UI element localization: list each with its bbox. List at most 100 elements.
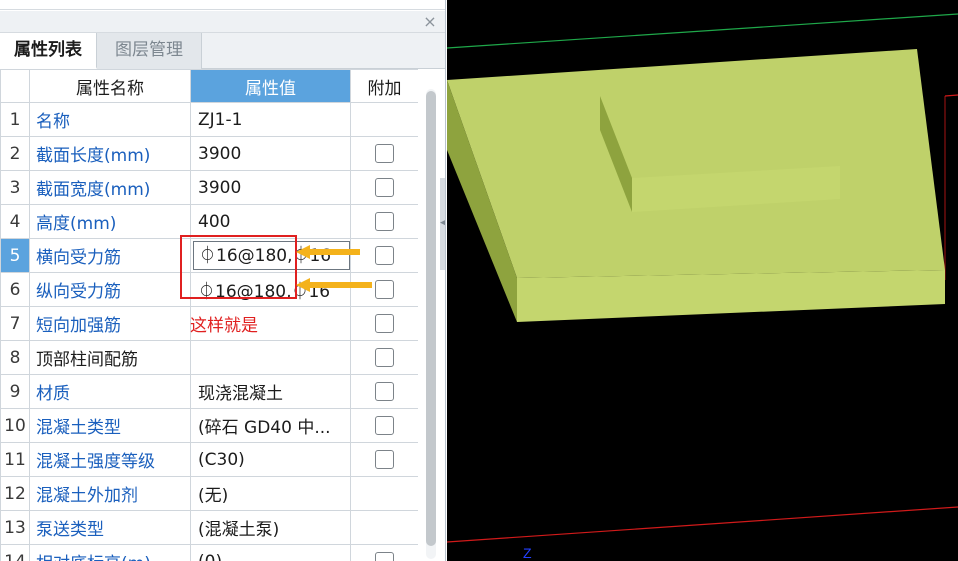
extra-cell [350, 170, 418, 205]
property-value-cell[interactable]: 3900 [190, 170, 351, 205]
row-index[interactable]: 8 [0, 340, 30, 375]
property-name-cell[interactable]: 泵送类型 [29, 510, 191, 545]
3d-scene[interactable] [447, 0, 958, 561]
property-name-cell[interactable]: 相对底标高(m) [29, 544, 191, 561]
header-extra[interactable]: 附加 [350, 69, 418, 103]
property-value-cell[interactable]: ⏀16@180,⏀16 [190, 272, 351, 307]
row-index[interactable]: 12 [0, 476, 30, 511]
extra-cell [350, 238, 418, 273]
axis-z-label: Z [523, 545, 532, 561]
tab-layer-management[interactable]: 图层管理 [97, 33, 202, 69]
extra-cell [350, 442, 418, 477]
extra-checkbox[interactable] [375, 280, 394, 299]
table-row[interactable]: 3 截面宽度(mm) 3900 [0, 170, 418, 205]
property-name-cell[interactable]: 高度(mm) [29, 204, 191, 239]
slab-top-face[interactable] [447, 49, 945, 278]
extra-checkbox[interactable] [375, 450, 394, 469]
row-index[interactable]: 1 [0, 102, 30, 137]
property-name-cell[interactable]: 混凝土强度等级 [29, 442, 191, 477]
row-index[interactable]: 7 [0, 306, 30, 341]
extra-checkbox[interactable] [375, 144, 394, 163]
table-row[interactable]: 14相对底标高(m)(0) [0, 544, 418, 561]
red-grid-line [447, 506, 958, 543]
tab-property-list[interactable]: 属性列表 [0, 33, 97, 69]
table-row[interactable]: 2 截面长度(mm) 3900 [0, 136, 418, 171]
collapse-arrow-icon[interactable]: ◀ [440, 218, 445, 228]
close-icon[interactable]: × [420, 11, 440, 33]
table-row[interactable]: 6 纵向受力筋 ⏀16@180,⏀16 [0, 272, 418, 307]
property-name-cell[interactable]: 截面宽度(mm) [29, 170, 191, 205]
green-grid-line [447, 13, 958, 49]
row-index[interactable]: 2 [0, 136, 30, 171]
property-value-cell[interactable]: 现浇混凝土 [190, 374, 351, 409]
property-name-cell[interactable]: 名称 [29, 102, 191, 137]
property-value-cell[interactable]: ZJ1-1 [190, 102, 351, 137]
scrollbar-thumb[interactable] [426, 91, 436, 546]
vertical-scrollbar[interactable] [418, 69, 445, 561]
table-row[interactable]: 13 泵送类型 (混凝土泵) [0, 510, 418, 545]
extra-cell [350, 374, 418, 409]
property-value-cell[interactable]: 400 [190, 204, 351, 239]
property-name-cell[interactable]: 混凝土类型 [29, 408, 191, 443]
property-value-cell[interactable]: (碎石 GD40 中... [190, 408, 351, 443]
row-index[interactable]: 5 [0, 238, 30, 273]
table-row[interactable]: 11 混凝土强度等级 (C30) [0, 442, 418, 477]
table-row[interactable]: 8 顶部柱间配筋 [0, 340, 418, 375]
header-index [0, 69, 30, 103]
panel-tabs: 属性列表 图层管理 [0, 33, 445, 69]
property-name-cell[interactable]: 纵向受力筋 [29, 272, 191, 307]
extra-checkbox[interactable] [375, 416, 394, 435]
row-index[interactable]: 6 [0, 272, 30, 307]
panel-title-bar: × [0, 11, 445, 33]
property-value-input[interactable]: ⏀16@180,⏀16 [193, 241, 350, 270]
table-row[interactable]: 4 高度(mm) 400 [0, 204, 418, 239]
property-value-cell[interactable]: ⏀16@180,⏀16 [190, 238, 351, 273]
row-index[interactable]: 14 [0, 544, 30, 561]
extra-checkbox[interactable] [375, 178, 394, 197]
panel-splitter[interactable]: ◀ [440, 178, 445, 270]
3d-viewport[interactable]: Z [447, 0, 958, 561]
annotation-note: 这样就是 [190, 316, 258, 336]
table-row[interactable]: 5 横向受力筋 ⏀16@180,⏀16 [0, 238, 418, 273]
property-value-cell[interactable]: 3900 [190, 136, 351, 171]
property-panel: × 属性列表 图层管理 属性名称 属性值 附加 1 名称 ZJ1-1 2 截面长度(mm… [0, 0, 446, 561]
extra-checkbox[interactable] [375, 246, 394, 265]
table-row[interactable]: 9 材质 现浇混凝土 [0, 374, 418, 409]
extra-checkbox[interactable] [375, 348, 394, 367]
property-name-cell[interactable]: 顶部柱间配筋 [29, 340, 191, 375]
row-index[interactable]: 10 [0, 408, 30, 443]
property-value-cell[interactable]: (无) [190, 476, 351, 511]
extra-checkbox[interactable] [375, 382, 394, 401]
extra-cell [350, 272, 418, 307]
row-index[interactable]: 13 [0, 510, 30, 545]
property-value-cell[interactable]: (C30) [190, 442, 351, 477]
extra-cell [350, 340, 418, 375]
extra-checkbox[interactable] [375, 314, 394, 333]
row-index[interactable]: 11 [0, 442, 30, 477]
red-grid-line [944, 94, 958, 97]
table-header-row: 属性名称 属性值 附加 [0, 69, 418, 103]
extra-checkbox[interactable] [375, 212, 394, 231]
table-row[interactable]: 1 名称 ZJ1-1 [0, 102, 418, 137]
property-value-cell[interactable]: (混凝土泵) [190, 510, 351, 545]
property-name-cell[interactable]: 材质 [29, 374, 191, 409]
row-index[interactable]: 3 [0, 170, 30, 205]
property-name-cell[interactable]: 截面长度(mm) [29, 136, 191, 171]
property-value-cell[interactable]: (0) [190, 544, 351, 561]
property-value-cell[interactable] [190, 340, 351, 375]
extra-cell [350, 136, 418, 171]
header-property-value[interactable]: 属性值 [190, 69, 351, 103]
extra-cell [350, 510, 418, 545]
property-name-cell[interactable]: 短向加强筋 [29, 306, 191, 341]
table-row[interactable]: 12 混凝土外加剂 (无) [0, 476, 418, 511]
header-property-name[interactable]: 属性名称 [29, 69, 191, 103]
property-name-cell[interactable]: 混凝土外加剂 [29, 476, 191, 511]
extra-checkbox[interactable] [375, 552, 394, 561]
table-row[interactable]: 10 混凝土类型 (碎石 GD40 中... [0, 408, 418, 443]
row-index[interactable]: 4 [0, 204, 30, 239]
row-index[interactable]: 9 [0, 374, 30, 409]
property-name-cell[interactable]: 横向受力筋 [29, 238, 191, 273]
extra-cell [350, 306, 418, 341]
slab-front-face[interactable] [517, 270, 945, 322]
extra-cell [350, 204, 418, 239]
